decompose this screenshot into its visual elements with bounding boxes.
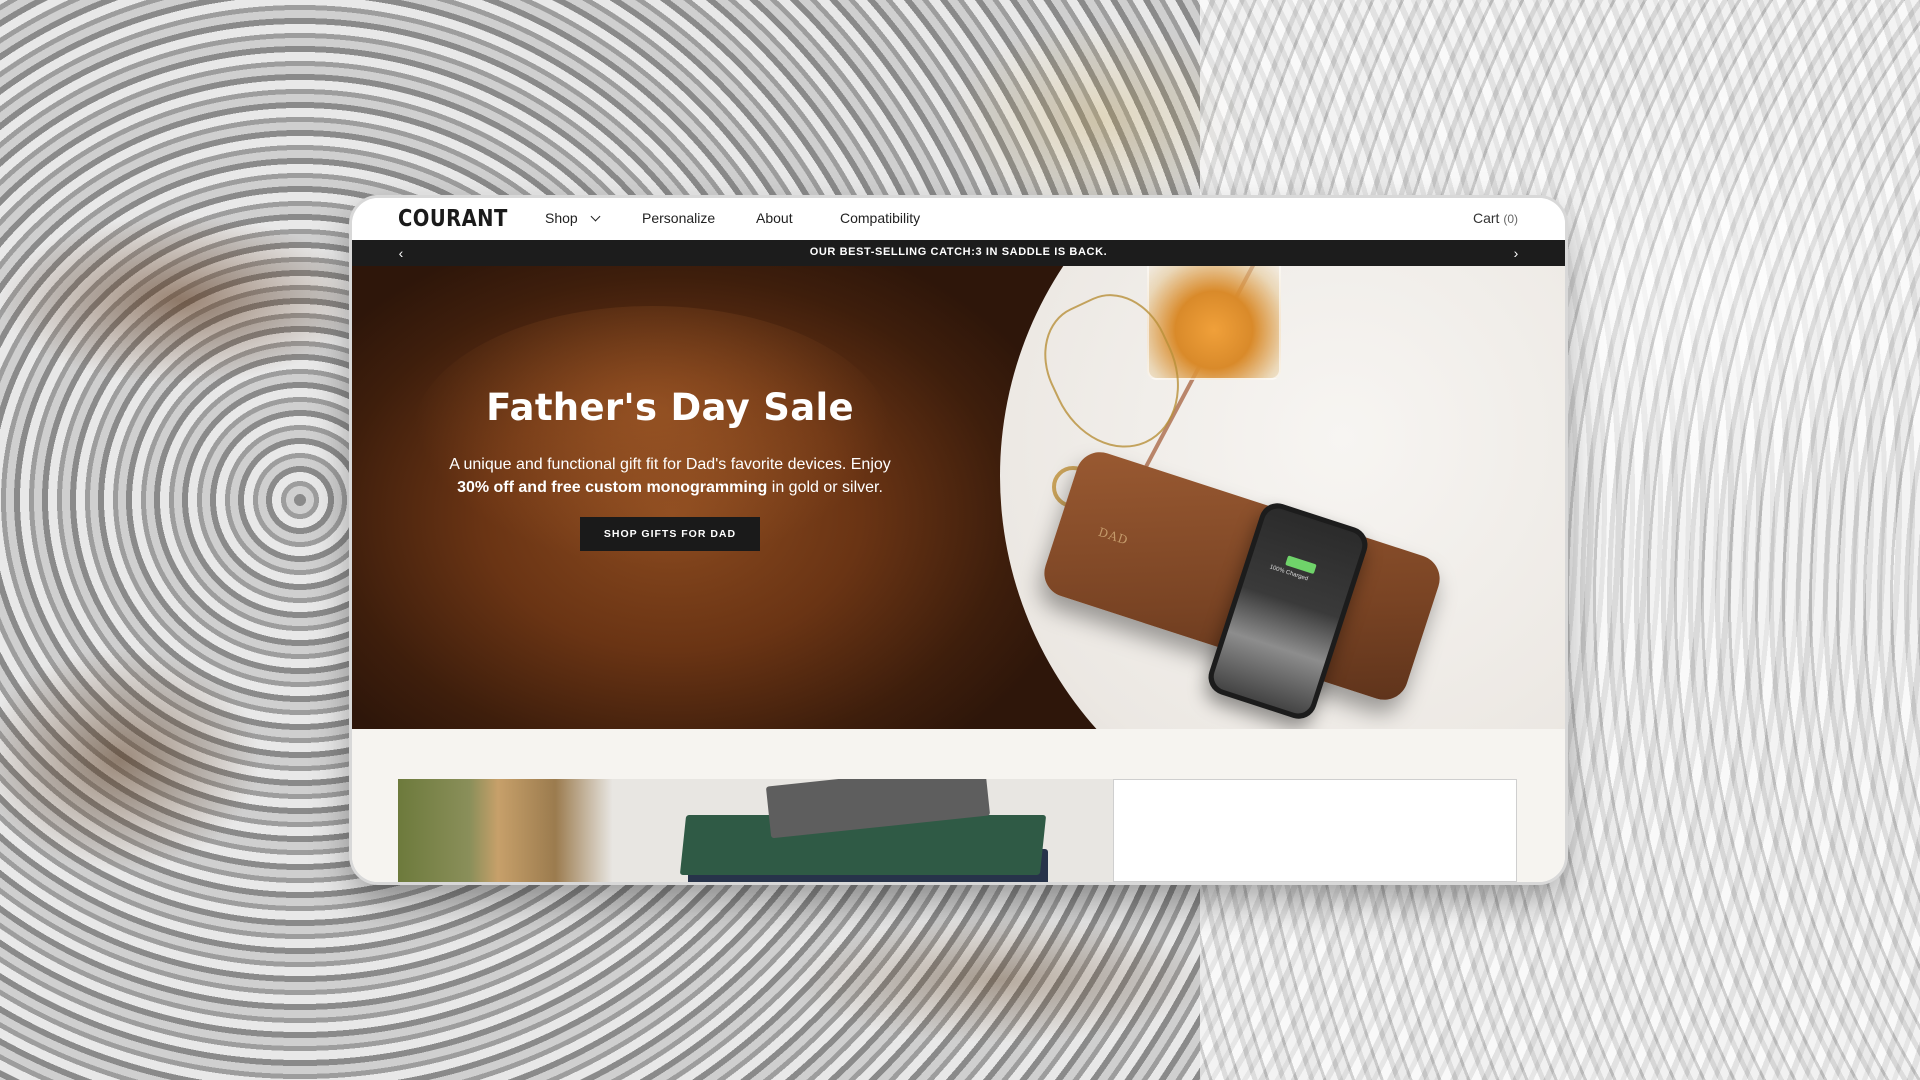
site-header: COURANT Shop Personalize About Compatibi…: [352, 198, 1565, 240]
nav-item-label: Shop: [545, 210, 578, 226]
chevron-right-icon[interactable]: ›: [1507, 244, 1525, 262]
hero-banner: DAD 100% Charged Father's Day Sale A uni…: [352, 266, 1565, 729]
hero-body-bold: 30% off and free custom monogramming: [457, 479, 768, 496]
courant-logo[interactable]: COURANT: [398, 206, 508, 232]
nav-item-compatibility[interactable]: Compatibility: [840, 210, 920, 226]
featured-section: [352, 729, 1565, 882]
nav-item-about[interactable]: About: [756, 210, 793, 226]
nav-item-shop[interactable]: Shop: [545, 210, 601, 226]
announcement-bar: ‹ OUR BEST-SELLING CATCH:3 IN SADDLE IS …: [352, 240, 1565, 266]
shop-gifts-button[interactable]: SHOP GIFTS FOR DAD: [579, 517, 761, 551]
browser-window: COURANT Shop Personalize About Compatibi…: [352, 198, 1565, 882]
cart-label: Cart: [1472, 210, 1500, 226]
announcement-text[interactable]: OUR BEST-SELLING CATCH:3 IN SADDLE IS BA…: [352, 246, 1565, 258]
pad-monogram: DAD: [1096, 524, 1131, 548]
cart-count: (0): [1503, 212, 1518, 226]
hero-body-text: A unique and functional gift fit for Dad…: [449, 456, 891, 473]
hero-content: Father's Day Sale A unique and functiona…: [448, 386, 892, 551]
nav-item-personalize[interactable]: Personalize: [642, 210, 715, 226]
cart-link[interactable]: Cart (0): [1473, 210, 1518, 226]
hero-body-text-end: in gold or silver.: [767, 479, 883, 496]
chevron-down-icon: [590, 211, 601, 222]
notebooks-image-tile[interactable]: [398, 779, 1113, 882]
hero-title: Father's Day Sale: [486, 386, 854, 429]
blank-content-tile: [1113, 779, 1517, 882]
hero-description: A unique and functional gift fit for Dad…: [448, 453, 892, 499]
